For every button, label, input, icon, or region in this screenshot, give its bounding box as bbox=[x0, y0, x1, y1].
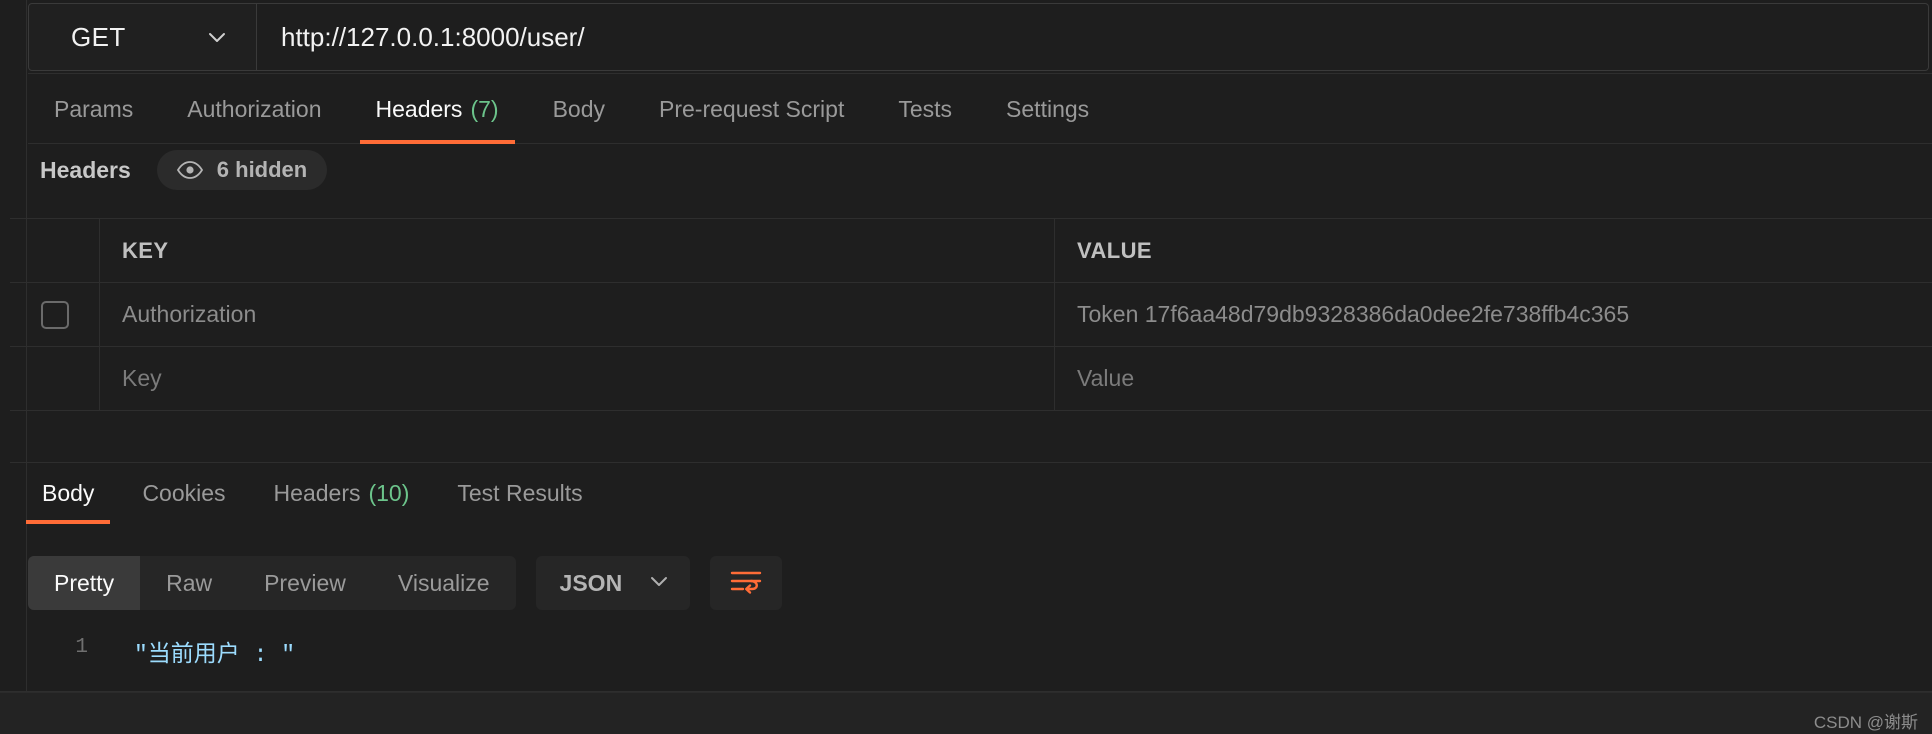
headers-title: Headers bbox=[40, 157, 131, 184]
headers-table: KEY VALUE Authorization Token 17f6aa48d7… bbox=[10, 218, 1932, 463]
code-line: "当前用户 : " bbox=[100, 632, 295, 692]
hidden-headers-count: 6 hidden bbox=[217, 157, 307, 183]
row-key-cell[interactable]: Key bbox=[100, 347, 1055, 410]
response-format-select[interactable]: JSON bbox=[536, 556, 691, 610]
response-tab-headers[interactable]: Headers (10) bbox=[258, 462, 426, 524]
response-tab-bar: Body Cookies Headers (10) Test Results bbox=[28, 462, 1932, 528]
response-view-toolbar: Pretty Raw Preview Visualize JSON bbox=[28, 556, 782, 610]
tab-settings[interactable]: Settings bbox=[990, 74, 1105, 144]
view-mode-label: Visualize bbox=[398, 570, 490, 597]
http-method-select[interactable]: GET bbox=[28, 3, 257, 71]
table-row: Key Value bbox=[10, 347, 1932, 411]
tab-label: Body bbox=[42, 480, 94, 507]
response-format-label: JSON bbox=[560, 570, 623, 597]
column-header-value-label: VALUE bbox=[1077, 238, 1152, 264]
column-header-key: KEY bbox=[100, 219, 1055, 282]
table-row: Authorization Token 17f6aa48d79db9328386… bbox=[10, 283, 1932, 347]
tab-headers[interactable]: Headers (7) bbox=[360, 74, 515, 144]
tab-authorization[interactable]: Authorization bbox=[171, 74, 337, 144]
row-value-placeholder: Value bbox=[1077, 365, 1134, 392]
tab-params[interactable]: Params bbox=[38, 74, 149, 144]
word-wrap-icon bbox=[729, 566, 763, 601]
line-number: 1 bbox=[28, 632, 100, 692]
headers-subheader: Headers 6 hidden bbox=[28, 144, 1932, 196]
tab-label: Cookies bbox=[142, 480, 225, 507]
request-tab-bar: Params Authorization Headers (7) Body Pr… bbox=[28, 74, 1932, 144]
tab-pre-request-script[interactable]: Pre-request Script bbox=[643, 74, 860, 144]
row-checkbox-cell bbox=[10, 283, 100, 346]
chevron-down-icon[interactable] bbox=[648, 570, 670, 597]
view-mode-label: Raw bbox=[166, 570, 212, 597]
row-value-cell[interactable]: Value bbox=[1055, 347, 1932, 410]
tab-label: Headers bbox=[376, 96, 463, 123]
tab-label: Settings bbox=[1006, 96, 1089, 123]
url-value: http://127.0.0.1:8000/user/ bbox=[281, 22, 585, 53]
postman-request-response-pane: GET http://127.0.0.1:8000/user/ Params A… bbox=[0, 0, 1932, 734]
eye-icon bbox=[177, 161, 203, 179]
view-mode-preview[interactable]: Preview bbox=[238, 556, 372, 610]
tab-body[interactable]: Body bbox=[537, 74, 621, 144]
view-mode-label: Pretty bbox=[54, 570, 114, 597]
response-tab-body[interactable]: Body bbox=[26, 462, 110, 524]
header-checkbox-column bbox=[10, 219, 100, 282]
response-tab-cookies[interactable]: Cookies bbox=[126, 462, 241, 524]
row-key-placeholder: Key bbox=[122, 365, 162, 392]
row-key-value: Authorization bbox=[122, 301, 256, 328]
tab-label: Headers bbox=[274, 480, 361, 507]
url-input[interactable]: http://127.0.0.1:8000/user/ bbox=[257, 3, 1929, 71]
column-header-value: VALUE bbox=[1055, 219, 1932, 282]
table-header-row: KEY VALUE bbox=[10, 219, 1932, 283]
response-tab-test-results[interactable]: Test Results bbox=[441, 462, 598, 524]
tab-label: Body bbox=[553, 96, 605, 123]
view-mode-label: Preview bbox=[264, 570, 346, 597]
view-mode-pretty[interactable]: Pretty bbox=[28, 556, 140, 610]
view-mode-raw[interactable]: Raw bbox=[140, 556, 238, 610]
tab-count: (7) bbox=[470, 96, 498, 123]
view-mode-visualize[interactable]: Visualize bbox=[372, 556, 516, 610]
tab-label: Params bbox=[54, 96, 133, 123]
chevron-down-icon[interactable] bbox=[206, 26, 228, 48]
column-header-key-label: KEY bbox=[122, 238, 168, 264]
word-wrap-button[interactable] bbox=[710, 556, 782, 610]
tab-label: Pre-request Script bbox=[659, 96, 844, 123]
tab-count: (10) bbox=[368, 480, 409, 507]
tab-label: Test Results bbox=[457, 480, 582, 507]
table-filler-row bbox=[10, 411, 1932, 463]
url-bar: GET http://127.0.0.1:8000/user/ bbox=[28, 0, 1932, 74]
tab-active-underline bbox=[26, 520, 110, 524]
watermark: CSDN @谢斯 bbox=[1814, 708, 1918, 733]
row-checkbox[interactable] bbox=[41, 301, 69, 329]
tab-label: Authorization bbox=[187, 96, 321, 123]
row-checkbox-cell bbox=[10, 347, 100, 410]
tab-label: Tests bbox=[898, 96, 952, 123]
row-key-cell[interactable]: Authorization bbox=[100, 283, 1055, 346]
response-view-mode-group: Pretty Raw Preview Visualize bbox=[28, 556, 516, 610]
http-method-label: GET bbox=[71, 22, 126, 53]
hidden-headers-toggle[interactable]: 6 hidden bbox=[157, 150, 327, 190]
row-value-value: Token 17f6aa48d79db9328386da0dee2fe738ff… bbox=[1077, 301, 1629, 328]
tab-tests[interactable]: Tests bbox=[882, 74, 968, 144]
bottom-status-strip bbox=[0, 692, 1932, 734]
row-value-cell[interactable]: Token 17f6aa48d79db9328386da0dee2fe738ff… bbox=[1055, 283, 1932, 346]
response-body-editor[interactable]: 1 "当前用户 : " bbox=[28, 632, 1932, 692]
